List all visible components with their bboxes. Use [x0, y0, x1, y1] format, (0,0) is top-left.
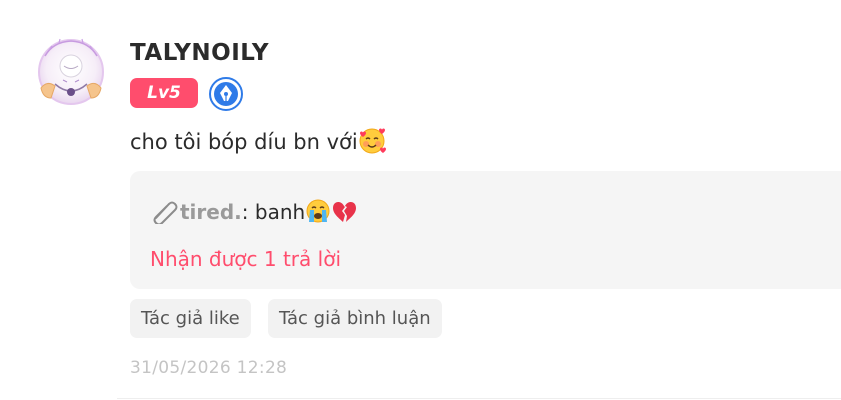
user-avatar[interactable]: [33, 36, 109, 108]
level-badge: Lv5: [130, 78, 198, 108]
reply-text: banh: [254, 200, 306, 224]
comment-text: cho tôi bóp díu bn với: [130, 127, 386, 157]
reply-separator: :: [241, 200, 255, 224]
comment-body: cho tôi bóp díu bn với: [130, 130, 358, 154]
paperclip-icon: [150, 198, 180, 226]
loudly-crying-face-icon: [305, 198, 331, 224]
author-comment-tag: Tác giả bình luận: [268, 299, 442, 338]
reply-count-link[interactable]: Nhận được 1 trả lời: [150, 245, 341, 273]
pen-nib-badge-icon: [209, 77, 243, 111]
comment-item: TALYNOILY Lv5 cho tôi bóp díu bn với tir…: [0, 0, 841, 400]
avatar-illustration-icon: [38, 38, 104, 105]
broken-heart-icon: [331, 198, 357, 224]
timestamp: 31/05/2026 12:28: [130, 358, 288, 378]
divider: [117, 398, 841, 399]
reply-author[interactable]: tired.: [180, 200, 242, 224]
username[interactable]: TALYNOILY: [130, 38, 269, 68]
author-like-tag: Tác giả like: [130, 299, 251, 338]
smiling-face-with-hearts-icon: [358, 127, 386, 155]
reply-line: tired.: banh: [150, 198, 357, 226]
reply-preview[interactable]: tired.: banh Nhận được 1 trả lời: [130, 171, 841, 289]
